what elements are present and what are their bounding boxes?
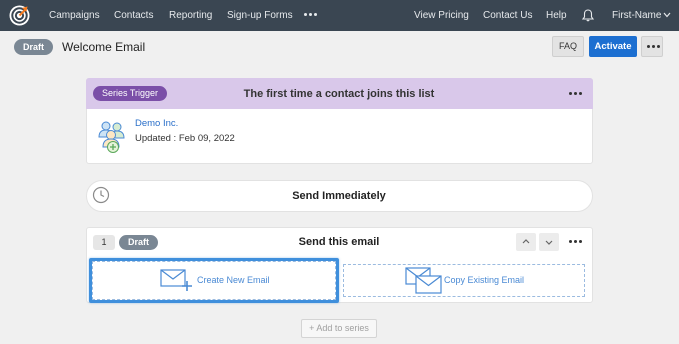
clock-icon: [92, 186, 110, 204]
faq-button[interactable]: FAQ: [552, 36, 584, 57]
step-status-badge: Draft: [119, 235, 158, 250]
add-to-series-button[interactable]: + Add to series: [301, 319, 377, 338]
status-badge: Draft: [14, 39, 53, 55]
move-down-button[interactable]: [539, 233, 559, 251]
nav-reporting[interactable]: Reporting: [169, 0, 212, 31]
trigger-title: The first time a contact joins this list: [243, 88, 435, 100]
activate-button[interactable]: Activate: [589, 36, 637, 57]
series-trigger-badge: Series Trigger: [93, 86, 167, 101]
list-name-link[interactable]: Demo Inc.: [135, 118, 178, 130]
nav-signup-forms[interactable]: Sign-up Forms: [227, 0, 293, 31]
step-title: Send this email: [298, 236, 380, 248]
nav-contact-us[interactable]: Contact Us: [483, 0, 532, 31]
chevron-down-icon: [545, 240, 553, 245]
step-more-icon[interactable]: [569, 240, 582, 243]
more-dots-icon: [647, 45, 660, 48]
create-new-email-label: Create New Email: [197, 275, 270, 285]
more-options-button[interactable]: [641, 36, 663, 57]
new-email-icon: [160, 269, 192, 291]
chevron-up-icon: [522, 239, 530, 244]
chevron-down-icon[interactable]: [663, 12, 671, 18]
logo-icon[interactable]: [9, 5, 30, 26]
nav-view-pricing[interactable]: View Pricing: [414, 0, 469, 31]
step-number: 1: [93, 235, 115, 250]
more-nav-icon[interactable]: [304, 9, 317, 21]
page-title[interactable]: Welcome Email: [62, 39, 145, 55]
top-nav: [0, 0, 679, 31]
list-updated-text: Updated : Feb 09, 2022: [135, 133, 235, 144]
bell-icon[interactable]: [582, 9, 594, 22]
timing-label: Send Immediately: [292, 190, 386, 202]
nav-contacts[interactable]: Contacts: [114, 0, 153, 31]
copy-existing-email-label: Copy Existing Email: [444, 275, 525, 285]
nav-campaigns[interactable]: Campaigns: [49, 0, 100, 31]
nav-help[interactable]: Help: [546, 0, 567, 31]
copy-email-icon: [405, 267, 442, 294]
contact-list-icon: [98, 121, 125, 153]
trigger-more-icon[interactable]: [569, 92, 582, 95]
user-menu[interactable]: First-Name: [612, 0, 661, 31]
move-up-button[interactable]: [516, 233, 536, 251]
